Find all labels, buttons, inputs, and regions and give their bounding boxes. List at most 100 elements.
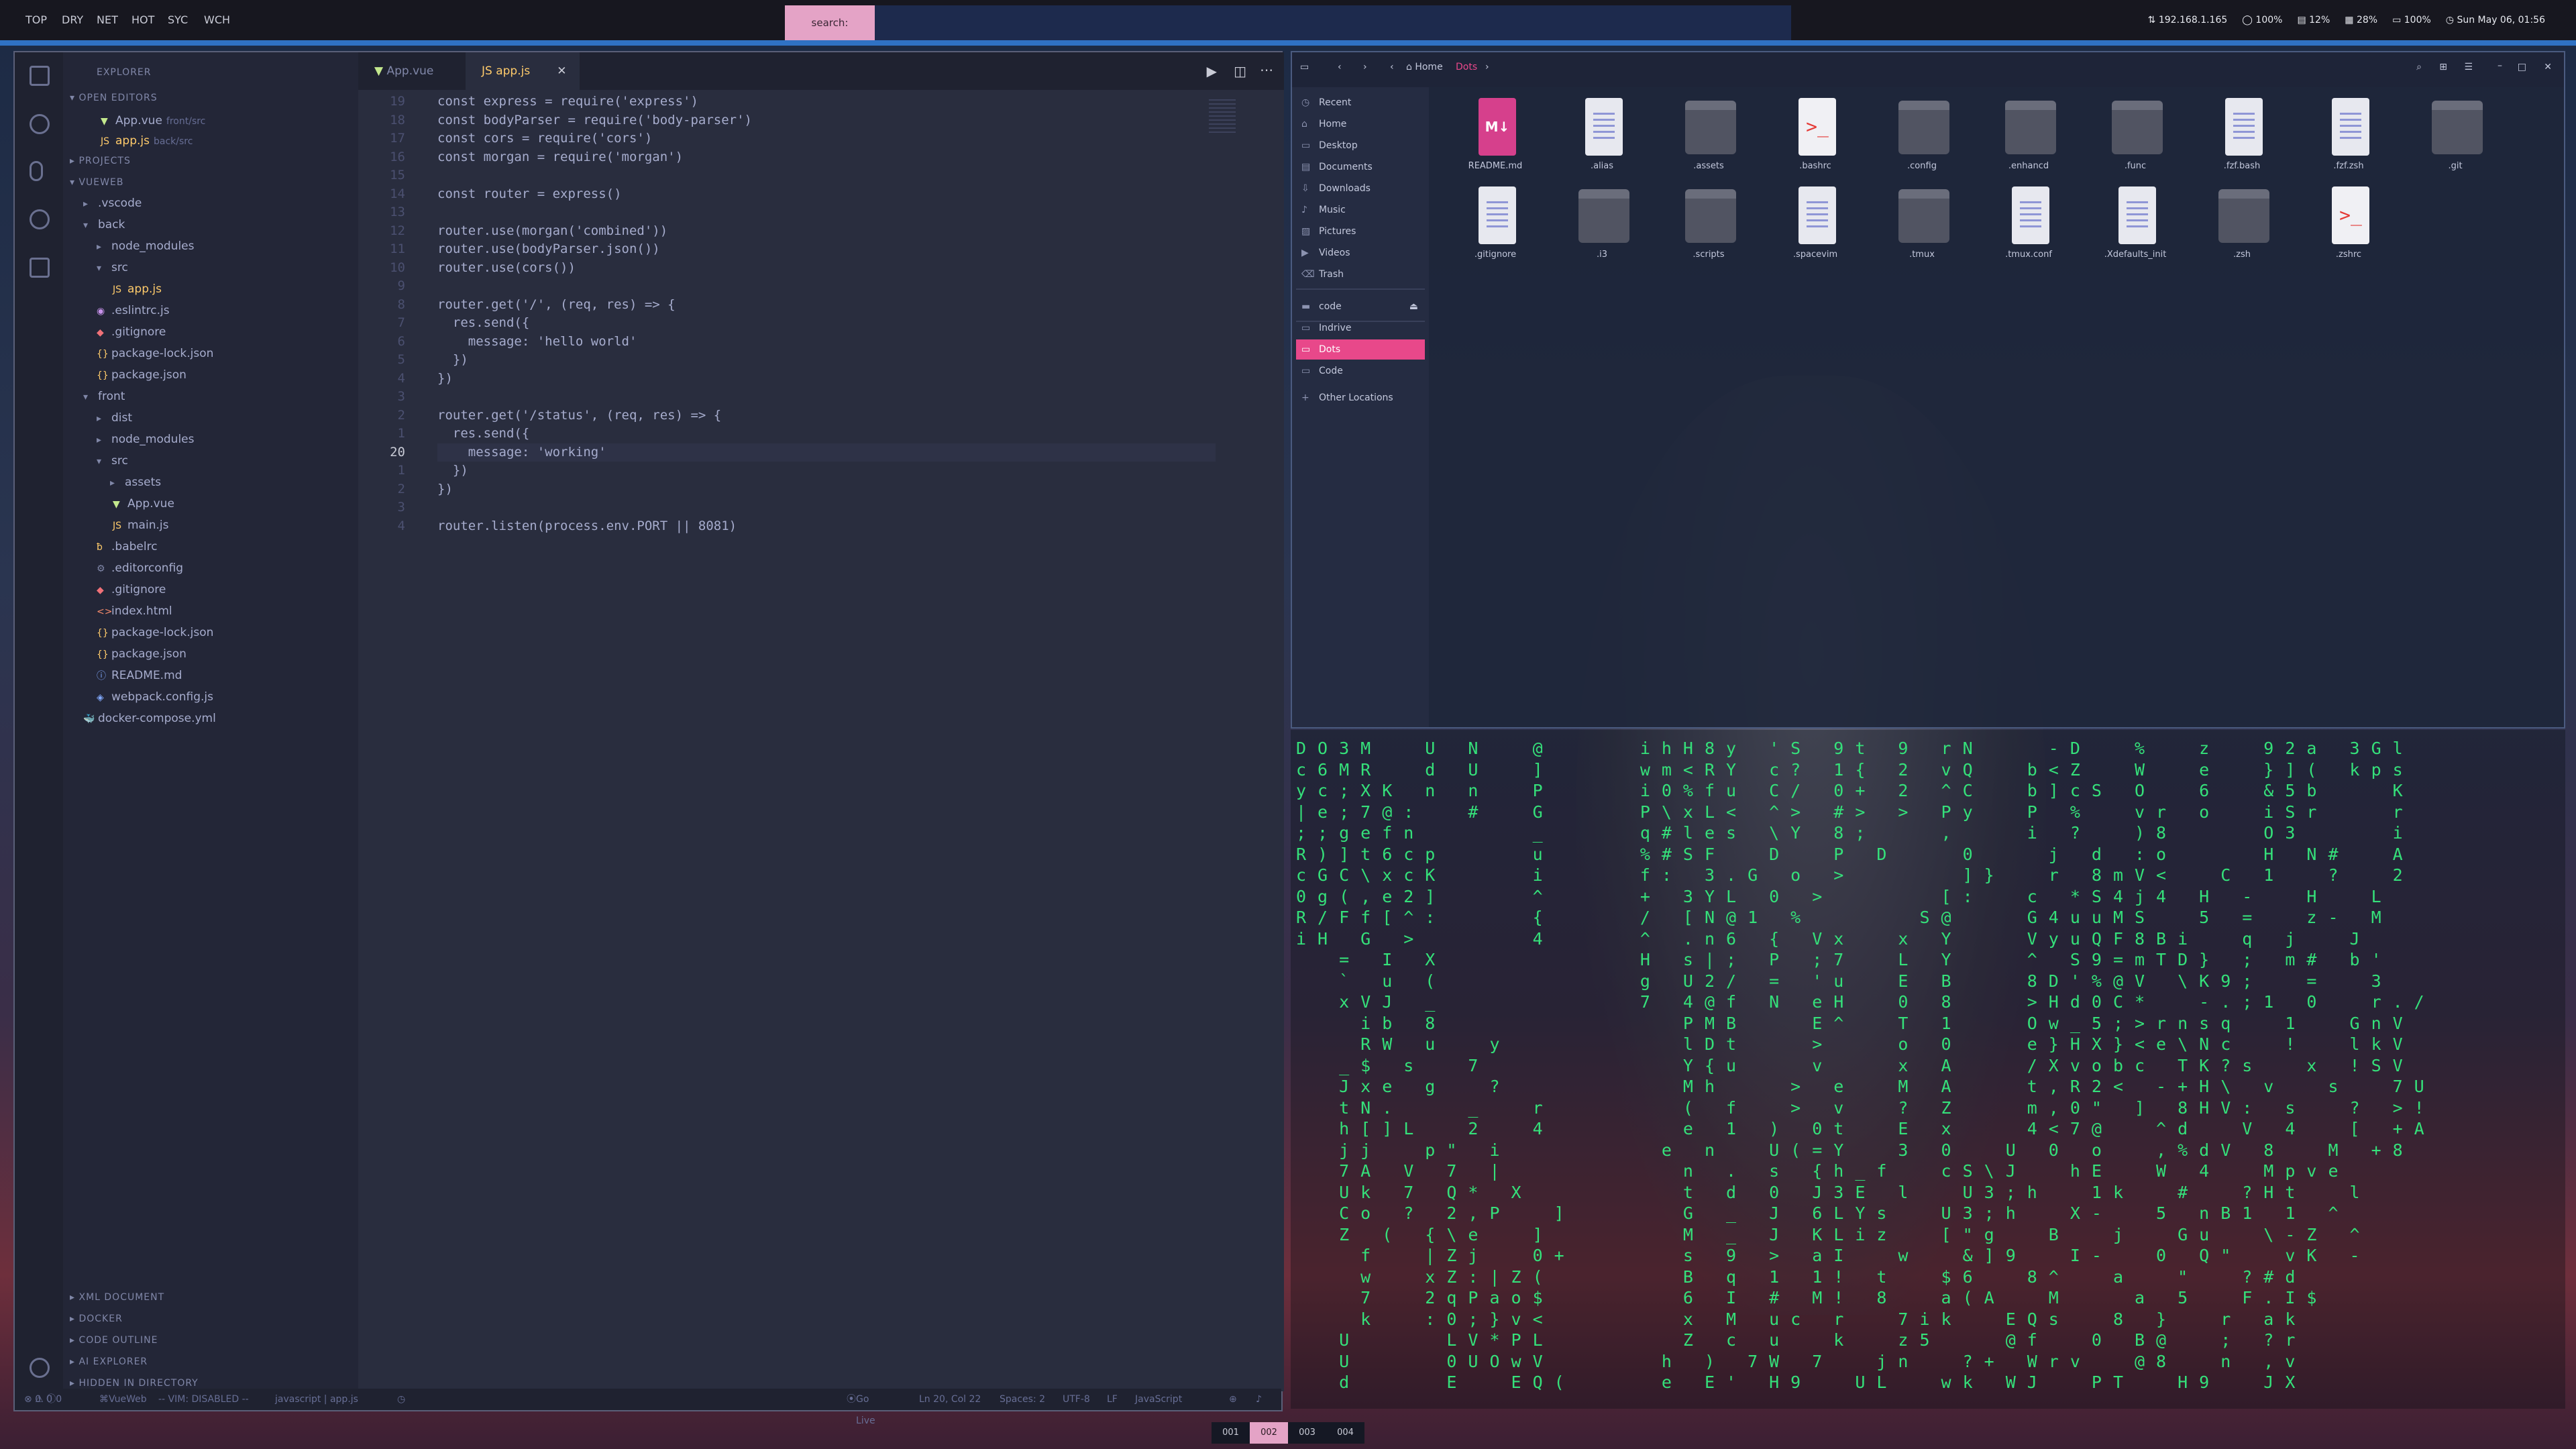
code-line[interactable]: router.use(bodyParser.json()) bbox=[437, 240, 660, 258]
place-code-drive[interactable]: ▬ code ⏏ bbox=[1296, 297, 1425, 317]
path-right-icon[interactable]: › bbox=[1485, 62, 1489, 72]
tree-item[interactable]: ▸ dist bbox=[97, 408, 132, 428]
place-indrive[interactable]: ▭ Indrive bbox=[1296, 318, 1425, 338]
section-projects[interactable]: ▸ PROJECTS bbox=[70, 156, 131, 166]
file-item[interactable]: M↓ README.md bbox=[1458, 95, 1532, 182]
code-line[interactable]: }) bbox=[437, 480, 453, 498]
section-xml[interactable]: ▸ XML DOCUMENT bbox=[70, 1292, 164, 1303]
debug-icon[interactable] bbox=[30, 209, 50, 229]
tree-item[interactable]: ▸ node_modules bbox=[97, 236, 195, 256]
code-line[interactable]: router.use(morgan('combined')) bbox=[437, 222, 667, 240]
workspace-top[interactable]: TOP bbox=[25, 0, 47, 40]
code-line[interactable]: const bodyParser = require('body-parser'… bbox=[437, 111, 752, 129]
terminal-window[interactable]: DO3M U N @ ihH8y 'S 9t 9 rN -D % z 92a 3… bbox=[1291, 730, 2565, 1409]
settings-gear-icon[interactable] bbox=[30, 1358, 50, 1378]
tree-item[interactable]: ƀ .babelrc bbox=[97, 537, 158, 557]
place-recent[interactable]: ◷ Recent bbox=[1296, 93, 1425, 113]
view-options-icon[interactable]: ⊞ bbox=[2439, 62, 2447, 72]
code-line[interactable]: router.get('/', (req, res) => { bbox=[437, 296, 676, 314]
code-line[interactable]: }) bbox=[437, 370, 453, 388]
eject-icon[interactable]: ⏏ bbox=[1409, 297, 1418, 317]
tree-item[interactable]: JS app.js bbox=[113, 279, 162, 299]
path-left-icon[interactable]: ‹ bbox=[1390, 62, 1394, 72]
code-line[interactable]: const router = express() bbox=[437, 185, 622, 203]
maximize-icon[interactable]: □ bbox=[2518, 62, 2526, 72]
tree-item[interactable]: ◆ .gitignore bbox=[97, 322, 166, 342]
home-breadcrumb[interactable]: ⌂ Home bbox=[1406, 62, 1443, 72]
place-pictures[interactable]: ▨ Pictures bbox=[1296, 221, 1425, 241]
file-item[interactable]: .gitignore bbox=[1458, 184, 1532, 271]
tree-item[interactable]: {} package-lock.json bbox=[97, 623, 213, 643]
workspace-syc[interactable]: SYC bbox=[168, 0, 188, 40]
place-documents[interactable]: ▤ Documents bbox=[1296, 157, 1425, 177]
tree-item[interactable]: ⚙ .editorconfig bbox=[97, 558, 183, 578]
indentation[interactable]: Spaces: 2 bbox=[1000, 1389, 1045, 1410]
code-line[interactable]: message: 'hello world' bbox=[437, 333, 637, 351]
open-editor-item[interactable]: ▼ App.vue front/src bbox=[101, 111, 205, 131]
place-videos[interactable]: ▶ Videos bbox=[1296, 243, 1425, 263]
code-editor[interactable]: 19 const express = require('express') 18 co… bbox=[358, 90, 1230, 1351]
tree-item[interactable]: 🐳 docker-compose.yml bbox=[83, 708, 216, 729]
workspace-001[interactable]: 001 bbox=[1212, 1422, 1250, 1444]
cursor-position[interactable]: Ln 20, Col 22 bbox=[919, 1389, 981, 1410]
file-item[interactable]: .fzf.zsh bbox=[2312, 95, 2385, 182]
code-line[interactable]: }) bbox=[437, 351, 468, 369]
section-outline[interactable]: ▸ CODE OUTLINE bbox=[70, 1335, 158, 1346]
project-name[interactable]: ⌘ VueWeb bbox=[99, 1389, 147, 1410]
section-open-editors[interactable]: ▾ OPEN EDITORS bbox=[70, 93, 158, 103]
split-editor-icon[interactable]: ◫ bbox=[1234, 63, 1246, 79]
forward-icon[interactable]: › bbox=[1363, 62, 1367, 72]
section-docker[interactable]: ▸ DOCKER bbox=[70, 1313, 123, 1324]
file-item[interactable]: .tmux.conf bbox=[1992, 184, 2065, 271]
code-line[interactable]: const cors = require('cors') bbox=[437, 129, 652, 148]
menu-icon[interactable]: ☰ bbox=[2464, 62, 2473, 72]
place-music[interactable]: ♪ Music bbox=[1296, 200, 1425, 220]
tree-item[interactable]: ▸ node_modules bbox=[97, 429, 195, 449]
place-downloads[interactable]: ⇩ Downloads bbox=[1296, 178, 1425, 199]
files-icon[interactable] bbox=[30, 66, 50, 86]
code-line[interactable]: res.send({ bbox=[437, 425, 529, 443]
language-mode[interactable]: JavaScript bbox=[1135, 1389, 1182, 1410]
file-item[interactable]: .spacevim bbox=[1778, 184, 1852, 271]
tree-item[interactable]: ▾ back bbox=[83, 215, 125, 235]
code-line[interactable]: const express = require('express') bbox=[437, 93, 698, 111]
place-dots[interactable]: ▭ Dots bbox=[1296, 339, 1425, 360]
bell-icon[interactable]: ♪ bbox=[1256, 1389, 1262, 1410]
workspace-003[interactable]: 003 bbox=[1288, 1422, 1326, 1444]
vim-status[interactable]: -- VIM: DISABLED -- bbox=[158, 1389, 249, 1410]
workspace-004[interactable]: 004 bbox=[1326, 1422, 1364, 1444]
more-icon[interactable]: ⋯ bbox=[1260, 62, 1273, 78]
tab-app-vue[interactable]: ▼ App.vue bbox=[358, 52, 466, 90]
tree-item[interactable]: ▾ src bbox=[97, 451, 128, 471]
search-icon[interactable] bbox=[30, 114, 50, 134]
file-item[interactable]: .alias bbox=[1565, 95, 1639, 182]
file-item[interactable]: >_ .zshrc bbox=[2312, 184, 2385, 271]
tree-item[interactable]: {} package.json bbox=[97, 644, 186, 664]
file-item[interactable]: .tmux bbox=[1885, 184, 1959, 271]
code-line[interactable]: router.listen(process.env.PORT || 8081) bbox=[437, 517, 737, 535]
open-editor-item[interactable]: JS app.js back/src bbox=[101, 131, 193, 151]
file-item[interactable]: .scripts bbox=[1672, 184, 1746, 271]
file-item[interactable]: >_ .bashrc bbox=[1778, 95, 1852, 182]
close-icon[interactable]: ✕ bbox=[2544, 62, 2552, 72]
back-icon[interactable]: ‹ bbox=[1338, 62, 1342, 72]
code-line[interactable]: router.get('/status', (req, res) => { bbox=[437, 407, 721, 425]
minimap[interactable] bbox=[1209, 99, 1236, 133]
place-trash[interactable]: ⌫ Trash bbox=[1296, 264, 1425, 284]
workspace-net[interactable]: NET bbox=[97, 0, 118, 40]
file-item[interactable]: .Xdefaults_init bbox=[2098, 184, 2172, 271]
place-code[interactable]: ▭ Code bbox=[1296, 361, 1425, 381]
file-item[interactable]: .zsh bbox=[2205, 184, 2279, 271]
source-control-icon[interactable] bbox=[30, 161, 43, 181]
place-desktop[interactable]: ▭ Desktop bbox=[1296, 136, 1425, 156]
tree-item[interactable]: ▸ assets bbox=[110, 472, 161, 492]
tree-item[interactable]: ▸ .vscode bbox=[83, 193, 142, 213]
close-icon[interactable]: ✕ bbox=[557, 64, 566, 78]
tree-item[interactable]: ◉ .eslintrc.js bbox=[97, 301, 170, 321]
file-item[interactable]: .i3 bbox=[1565, 184, 1639, 271]
code-line[interactable]: }) bbox=[437, 462, 468, 480]
tree-item[interactable]: ◆ .gitignore bbox=[97, 580, 166, 600]
problems-indicator[interactable]: ⊗ 0 ⚠ 0 ⓘ 0 bbox=[24, 1389, 62, 1410]
tab-app-js[interactable]: JS app.js ✕ bbox=[466, 52, 580, 90]
file-item[interactable]: .config bbox=[1885, 95, 1959, 182]
